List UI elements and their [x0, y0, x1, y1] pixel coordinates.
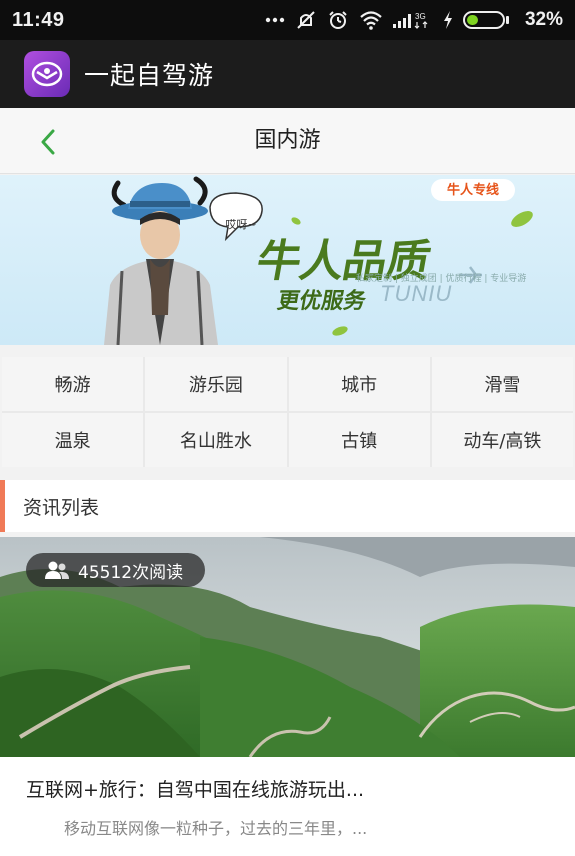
- category-item-amusement-park[interactable]: 游乐园: [145, 357, 287, 411]
- app-logo-icon: [24, 51, 70, 97]
- wifi-icon: [359, 10, 383, 30]
- chevron-left-icon: [41, 129, 55, 155]
- article-image: 45512次阅读: [0, 537, 575, 757]
- article-summary: 移动互联网像一粒种子，过去的三年里，...: [64, 819, 368, 838]
- signal-label: 3G: [415, 12, 426, 21]
- alarm-icon: [327, 9, 349, 31]
- article-card[interactable]: 45512次阅读 互联网+旅行：自驾中国在线旅游玩出... 移动互联网像一粒种子…: [0, 537, 575, 856]
- promo-banner[interactable]: 哎呀~ 牛人专线 牛人品质 私家定制 | 独立成团 | 优质行程 | 专业导游 …: [0, 175, 575, 345]
- category-item-skiing[interactable]: 滑雪: [431, 357, 573, 411]
- users-icon: [44, 560, 70, 580]
- section-header: 资讯列表: [0, 480, 575, 532]
- category-item-train[interactable]: 动车/高铁: [431, 413, 573, 467]
- banner-brand: TUNIU: [380, 281, 453, 306]
- read-count-text: 45512次阅读: [78, 562, 184, 583]
- banner-slogan-sub: 更优服务: [275, 289, 368, 314]
- app-title: 一起自驾游: [84, 61, 215, 90]
- back-button[interactable]: [28, 122, 68, 162]
- mute-icon: [295, 9, 317, 31]
- speech-bubble-text: 哎呀~: [225, 218, 257, 231]
- category-item-city[interactable]: 城市: [288, 357, 430, 411]
- read-count-badge: 45512次阅读: [26, 553, 206, 587]
- category-item-changyou[interactable]: 畅游: [2, 357, 144, 411]
- phone-screen: 11:49 3G 32% 一起自驾游 国内游 哎呀~ 牛人专线 牛人品质 私家定…: [0, 0, 575, 856]
- battery-fill: [466, 15, 478, 25]
- page-header: 国内游: [0, 108, 575, 174]
- app-bar: 一起自驾游: [0, 40, 575, 108]
- section-title: 资讯列表: [23, 496, 100, 519]
- battery-percent: 32%: [524, 9, 563, 30]
- category-item-hot-spring[interactable]: 温泉: [2, 413, 144, 467]
- signal-icon: 3G: [392, 10, 433, 30]
- category-item-mountains[interactable]: 名山胜水: [145, 413, 287, 467]
- status-time: 11:49: [12, 8, 65, 31]
- battery-icon: [462, 11, 509, 29]
- charging-icon: [443, 11, 453, 29]
- section-accent-bar: [0, 480, 5, 532]
- page-title: 国内游: [254, 128, 321, 153]
- status-icons: 3G 32%: [265, 9, 563, 31]
- category-grid: 畅游 游乐园 城市 滑雪 温泉 名山胜水 古镇 动车/高铁: [2, 357, 573, 467]
- more-icon: [265, 17, 285, 23]
- category-item-ancient-town[interactable]: 古镇: [288, 413, 430, 467]
- status-bar: 11:49 3G 32%: [0, 0, 575, 40]
- article-title: 互联网+旅行：自驾中国在线旅游玩出...: [26, 779, 365, 801]
- banner-logo: 牛人专线: [431, 179, 515, 201]
